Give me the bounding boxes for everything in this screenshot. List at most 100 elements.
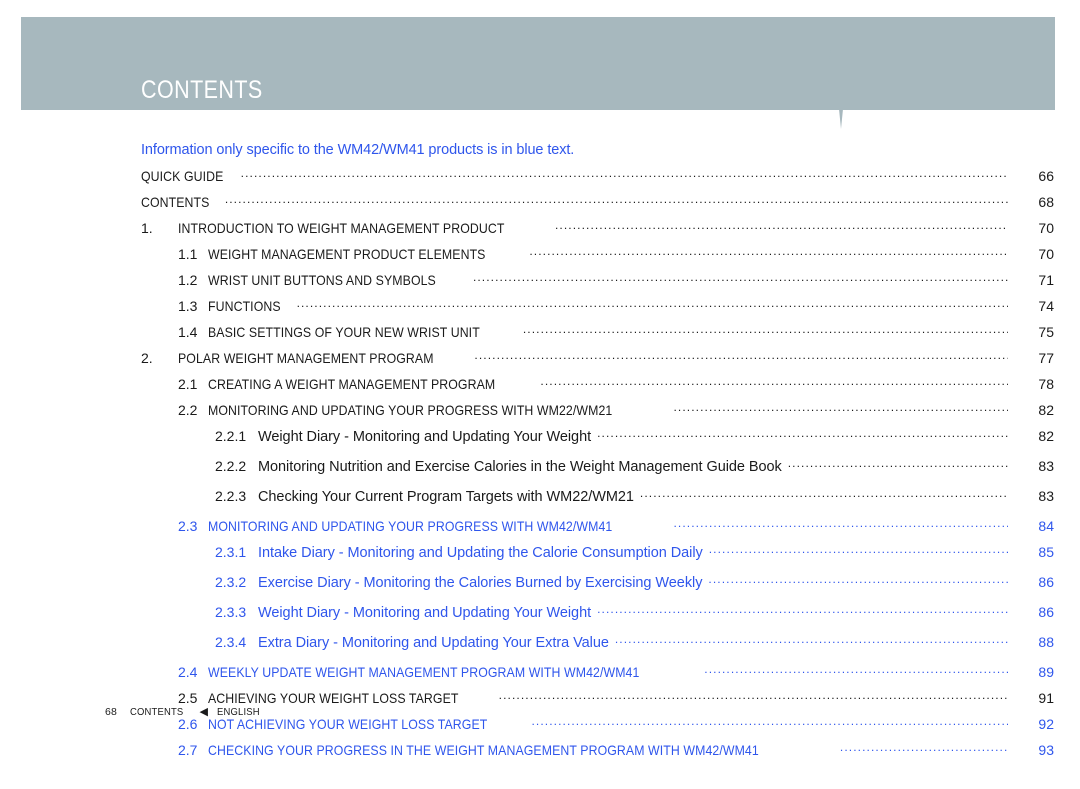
toc-entry-number: 1.3 <box>178 298 198 314</box>
toc-entry-label: INTRODUCTION TO WEIGHT MANAGEMENT PRODUC… <box>178 220 505 236</box>
page-footer: 68 CONTENTS ◀ ENGLISH <box>105 706 265 718</box>
toc-entry-label: Weight Diary - Monitoring and Updating Y… <box>258 605 592 621</box>
toc-leader-dots <box>474 347 1008 363</box>
toc-entry-page-number: 74 <box>1038 298 1054 314</box>
toc-entry-number: 2.7 <box>178 742 198 758</box>
toc-entry-label: Monitoring Nutrition and Exercise Calori… <box>258 459 782 475</box>
toc-leader-dots <box>673 515 1008 531</box>
toc-entry-page-number: 70 <box>1038 246 1054 262</box>
toc-entry-number: 2.2.1 <box>215 428 247 444</box>
toc-entry[interactable]: QUICK GUIDE 66 <box>0 165 1080 191</box>
toc-entry-label: ACHIEVING YOUR WEIGHT LOSS TARGET <box>208 690 459 706</box>
toc-entry[interactable]: 2.2.2 Monitoring Nutrition and Exercise C… <box>0 455 1080 485</box>
toc-entry-label: MONITORING AND UPDATING YOUR PROGRESS WI… <box>208 402 613 418</box>
toc-entry[interactable]: 2.2 MONITORING AND UPDATING YOUR PROGRESS… <box>0 399 1080 425</box>
toc-entry-page-number: 86 <box>1038 574 1054 590</box>
toc-leader-dots <box>225 191 1008 207</box>
toc-entry[interactable]: 2.3 MONITORING AND UPDATING YOUR PROGRESS… <box>0 515 1080 541</box>
toc-entry-label: WRIST UNIT BUTTONS AND SYMBOLS <box>208 272 436 288</box>
toc-entry-number: 1.2 <box>178 272 198 288</box>
toc-leader-dots <box>499 687 1008 703</box>
toc-leader-dots <box>640 485 1008 501</box>
toc-leader-dots <box>297 295 1008 311</box>
toc-entry[interactable]: 1.3 FUNCTIONS 74 <box>0 295 1080 321</box>
toc-entry[interactable]: 1.4 BASIC SETTINGS OF YOUR NEW WRIST UNIT… <box>0 321 1080 347</box>
toc-entry[interactable]: 2.3.3 Weight Diary - Monitoring and Updat… <box>0 601 1080 631</box>
ecg-heartbeat-spike-icon <box>781 17 901 129</box>
toc-entry-page-number: 89 <box>1038 664 1054 680</box>
toc-entry-label: Checking Your Current Program Targets wi… <box>258 489 634 505</box>
toc-entry-number: 1.1 <box>178 246 198 262</box>
toc-entry-label: QUICK GUIDE <box>141 168 224 184</box>
toc-leader-dots <box>840 739 1008 755</box>
toc-entry-label: Exercise Diary - Monitoring the Calories… <box>258 575 703 591</box>
toc-entry[interactable]: 2.2.1 Weight Diary - Monitoring and Updat… <box>0 425 1080 455</box>
table-of-contents: QUICK GUIDE 66 CONTENTS 68 1. INTRODUCTION TO… <box>0 165 1080 765</box>
toc-leader-dots <box>529 243 1008 259</box>
toc-entry[interactable]: 1.1 WEIGHT MANAGEMENT PRODUCT ELEMENTS 70 <box>0 243 1080 269</box>
toc-entry-number: 2.3.1 <box>215 544 247 560</box>
toc-entry-page-number: 66 <box>1038 168 1054 184</box>
toc-entry-number: 2.3.4 <box>215 634 247 650</box>
toc-entry-number: 2.2.3 <box>215 488 247 504</box>
toc-entry-page-number: 78 <box>1038 376 1054 392</box>
toc-leader-dots <box>473 269 1008 285</box>
toc-entry-page-number: 82 <box>1038 402 1054 418</box>
footer-section-name: CONTENTS <box>130 706 184 718</box>
left-triangle-icon: ◀ <box>199 705 209 718</box>
toc-entry[interactable]: 2.2.3 Checking Your Current Program Targe… <box>0 485 1080 515</box>
toc-leader-dots <box>788 455 1008 471</box>
toc-entry[interactable]: 2.3.2 Exercise Diary - Monitoring the Cal… <box>0 571 1080 601</box>
toc-entry-label: CREATING A WEIGHT MANAGEMENT PROGRAM <box>208 376 496 392</box>
toc-entry[interactable]: 1. INTRODUCTION TO WEIGHT MANAGEMENT PROD… <box>0 217 1080 243</box>
toc-entry-page-number: 86 <box>1038 604 1054 620</box>
toc-entry[interactable]: 1.2 WRIST UNIT BUTTONS AND SYMBOLS 71 <box>0 269 1080 295</box>
page-title: CONTENTS <box>141 76 263 104</box>
footer-language: ENGLISH <box>217 706 260 718</box>
toc-entry-number: 2.5 <box>178 690 198 706</box>
toc-entry-page-number: 83 <box>1038 488 1054 504</box>
toc-entry[interactable]: 2.7 CHECKING YOUR PROGRESS IN THE WEIGHT … <box>0 739 1080 765</box>
toc-entry-label: NOT ACHIEVING YOUR WEIGHT LOSS TARGET <box>208 716 488 732</box>
toc-leader-dots <box>540 373 1008 389</box>
toc-entry-page-number: 91 <box>1038 690 1054 706</box>
toc-entry-number: 1.4 <box>178 324 198 340</box>
toc-entry-number: 2.1 <box>178 376 198 392</box>
toc-entry-number: 2.6 <box>178 716 198 732</box>
toc-entry[interactable]: 2.4 WEEKLY UPDATE WEIGHT MANAGEMENT PROGR… <box>0 661 1080 687</box>
toc-entry-number: 2.3 <box>178 518 198 534</box>
toc-entry-page-number: 84 <box>1038 518 1054 534</box>
toc-entry-page-number: 92 <box>1038 716 1054 732</box>
toc-entry-number: 2.4 <box>178 664 198 680</box>
toc-entry-number: 2.2 <box>178 402 198 418</box>
toc-entry-label: MONITORING AND UPDATING YOUR PROGRESS WI… <box>208 518 613 534</box>
toc-entry-label: WEEKLY UPDATE WEIGHT MANAGEMENT PROGRAM … <box>208 664 640 680</box>
toc-entry[interactable]: 2.3.4 Extra Diary - Monitoring and Updati… <box>0 631 1080 661</box>
toc-leader-dots <box>708 571 1008 587</box>
toc-entry-label: BASIC SETTINGS OF YOUR NEW WRIST UNIT <box>208 324 480 340</box>
toc-entry-number: 2.3.3 <box>215 604 247 620</box>
toc-entry-label: POLAR WEIGHT MANAGEMENT PROGRAM <box>178 350 434 366</box>
toc-entry-label: CONTENTS <box>141 194 210 210</box>
toc-leader-dots <box>241 165 1008 181</box>
toc-entry-page-number: 82 <box>1038 428 1054 444</box>
toc-entry[interactable]: 2.1 CREATING A WEIGHT MANAGEMENT PROGRAM 7… <box>0 373 1080 399</box>
toc-entry[interactable]: CONTENTS 68 <box>0 191 1080 217</box>
blue-text-notice: Information only specific to the WM42/WM… <box>141 142 575 158</box>
toc-entry-number: 1. <box>141 220 153 236</box>
toc-entry-label: WEIGHT MANAGEMENT PRODUCT ELEMENTS <box>208 246 486 262</box>
toc-leader-dots <box>555 217 1008 233</box>
toc-entry-page-number: 70 <box>1038 220 1054 236</box>
toc-entry-page-number: 83 <box>1038 458 1054 474</box>
toc-leader-dots <box>597 601 1008 617</box>
toc-entry-label: Weight Diary - Monitoring and Updating Y… <box>258 429 592 445</box>
toc-entry[interactable]: 2.3.1 Intake Diary - Monitoring and Updat… <box>0 541 1080 571</box>
toc-leader-dots <box>597 425 1008 441</box>
toc-entry[interactable]: 2. POLAR WEIGHT MANAGEMENT PROGRAM 77 <box>0 347 1080 373</box>
toc-leader-dots <box>704 661 1008 677</box>
toc-leader-dots <box>709 541 1008 557</box>
toc-leader-dots <box>673 399 1008 415</box>
toc-entry-page-number: 88 <box>1038 634 1054 650</box>
toc-entry-number: 2.2.2 <box>215 458 247 474</box>
toc-leader-dots <box>615 631 1008 647</box>
